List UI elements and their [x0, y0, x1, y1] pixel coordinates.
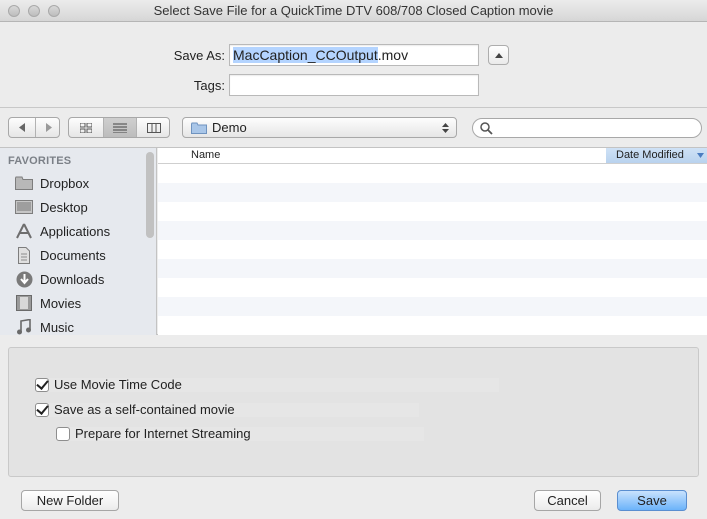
sidebar-item-label: Dropbox	[40, 175, 90, 191]
list-row	[158, 278, 707, 297]
self-contained-checkbox[interactable]	[35, 402, 49, 417]
search-input[interactable]	[472, 118, 702, 138]
arrow-right-icon	[45, 123, 52, 132]
list-row	[158, 316, 707, 335]
column-view-button[interactable]	[137, 118, 169, 137]
sort-descending-icon	[697, 153, 704, 158]
close-window-button[interactable]	[8, 5, 20, 17]
sidebar-item-desktop[interactable]: Desktop	[14, 196, 144, 218]
cancel-button[interactable]: Cancel	[534, 490, 601, 511]
sidebar-item-applications[interactable]: Applications	[14, 220, 144, 242]
sidebar-item-label: Applications	[40, 223, 111, 239]
window-title: Select Save File for a QuickTime DTV 608…	[153, 3, 554, 18]
tags-field[interactable]	[229, 74, 479, 96]
list-view-button[interactable]	[104, 118, 136, 137]
self-contained-label: Save as a self-contained movie	[54, 402, 235, 417]
minimize-window-button[interactable]	[28, 5, 40, 17]
chevron-up-icon	[495, 53, 503, 58]
sidebar-item-label: Music	[40, 319, 74, 335]
list-row	[158, 221, 707, 240]
back-button[interactable]	[9, 118, 35, 137]
internet-streaming-option[interactable]: Prepare for Internet Streaming	[56, 426, 251, 441]
sidebar-item-dropbox[interactable]: Dropbox	[14, 172, 144, 194]
save-as-selected-text: MacCaption_CCOutput	[233, 47, 378, 63]
folder-icon	[15, 176, 33, 190]
updown-arrows-icon	[442, 123, 449, 133]
tags-label: Tags:	[193, 78, 225, 93]
search-icon	[480, 122, 493, 135]
save-as-extension: .mov	[377, 47, 409, 63]
location-popup[interactable]: Demo	[182, 117, 457, 138]
location-label: Demo	[212, 120, 247, 135]
expand-dialog-button[interactable]	[488, 45, 509, 65]
documents-icon	[18, 246, 30, 264]
zoom-window-button[interactable]	[48, 5, 60, 17]
sidebar-item-label: Desktop	[40, 199, 88, 215]
arrow-left-icon	[19, 123, 25, 132]
file-browser: FAVORITES Dropbox Desktop Applications D…	[0, 147, 707, 335]
list-row	[158, 259, 707, 278]
movies-icon	[16, 295, 32, 311]
use-movie-time-code-option[interactable]: Use Movie Time Code	[35, 377, 182, 392]
sidebar-item-music[interactable]: Music	[14, 316, 144, 338]
sidebar-item-downloads[interactable]: Downloads	[14, 268, 144, 290]
grid-icon	[80, 122, 92, 133]
divider	[0, 107, 707, 108]
save-as-field[interactable]: MacCaption_CCOutput.mov	[229, 44, 479, 66]
new-folder-button[interactable]: New Folder	[21, 490, 119, 511]
music-icon	[17, 319, 31, 335]
sidebar-item-label: Downloads	[40, 271, 105, 287]
list-row	[158, 297, 707, 316]
use-movie-time-code-label: Use Movie Time Code	[54, 377, 182, 392]
back-forward-control	[8, 117, 60, 138]
forward-button[interactable]	[36, 118, 59, 137]
icon-view-button[interactable]	[69, 118, 103, 137]
downloads-icon	[16, 271, 32, 287]
self-contained-option[interactable]: Save as a self-contained movie	[35, 402, 235, 417]
sidebar-item-documents[interactable]: Documents	[14, 244, 144, 266]
list-icon	[113, 123, 127, 133]
folder-icon	[191, 122, 207, 134]
use-movie-time-code-checkbox[interactable]	[35, 377, 49, 392]
options-panel: Use Movie Time Code Save as a self-conta…	[8, 347, 699, 477]
sidebar-heading: FAVORITES	[8, 155, 72, 167]
sidebar: FAVORITES Dropbox Desktop Applications D…	[0, 148, 157, 335]
save-button[interactable]: Save	[617, 490, 687, 511]
applications-icon	[16, 223, 32, 239]
desktop-icon	[15, 200, 33, 214]
title-bar: Select Save File for a QuickTime DTV 608…	[0, 0, 707, 22]
sidebar-item-label: Movies	[40, 295, 82, 311]
save-as-label: Save As:	[173, 48, 225, 63]
list-row	[158, 183, 707, 202]
columns-icon	[147, 122, 161, 133]
column-header-name[interactable]: Name	[191, 149, 220, 161]
column-header: Name Date Modified	[158, 148, 707, 164]
column-header-date-modified[interactable]: Date Modified	[606, 148, 707, 163]
sidebar-item-label: Documents	[40, 247, 106, 263]
internet-streaming-label: Prepare for Internet Streaming	[75, 426, 251, 441]
sidebar-scrollbar[interactable]	[146, 152, 154, 238]
file-list[interactable]: Name Date Modified	[158, 148, 707, 335]
internet-streaming-checkbox[interactable]	[56, 426, 70, 441]
view-mode-control	[68, 117, 170, 138]
list-row	[158, 202, 707, 221]
list-row	[158, 164, 707, 183]
sidebar-item-movies[interactable]: Movies	[14, 292, 144, 314]
list-row	[158, 240, 707, 259]
